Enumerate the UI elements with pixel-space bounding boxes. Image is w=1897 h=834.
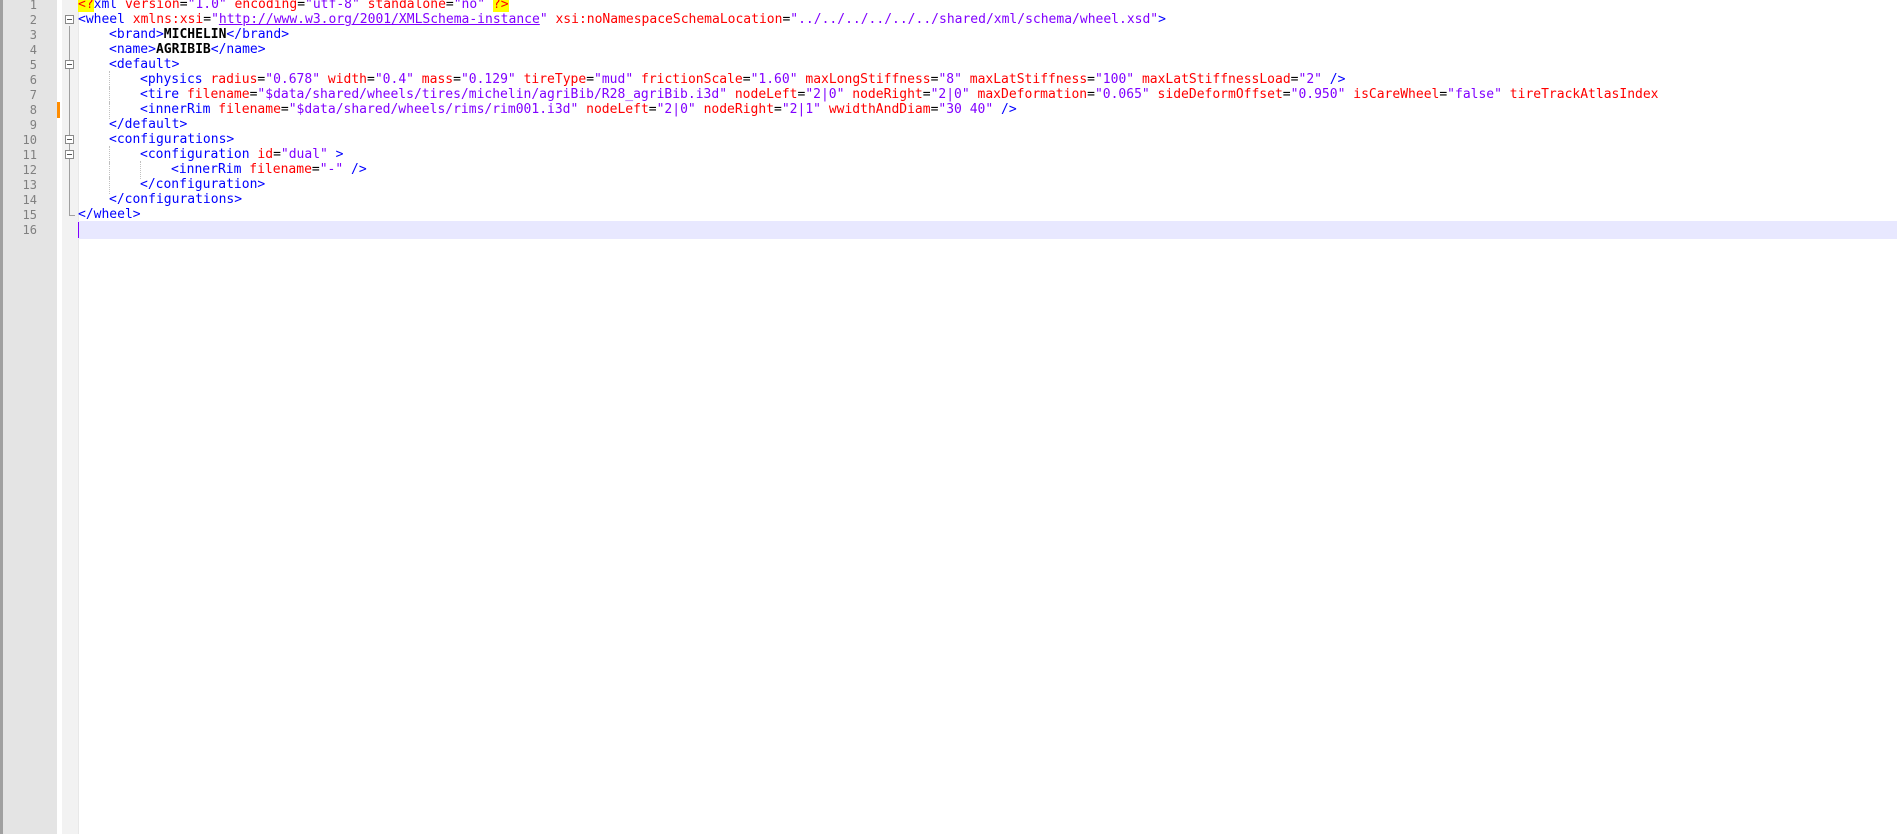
- attr-name: xsi:noNamespaceSchemaLocation: [547, 12, 783, 27]
- attr-name: maxLongStiffness: [797, 72, 931, 87]
- attr-value: "0.4": [374, 72, 414, 87]
- attr-value: "100": [1094, 72, 1135, 87]
- attr-name: filename: [210, 102, 281, 117]
- fold-minus-icon: [65, 150, 74, 159]
- code-editor[interactable]: 1 2 3 4 5 6 7 8 9 10 11 12 13 14 15 16 <…: [0, 0, 1897, 834]
- attr-name: radius: [202, 72, 258, 87]
- attr-name: tireType: [515, 72, 587, 87]
- quote: ": [211, 12, 219, 27]
- attr-value: "../../../../../../shared/xml/schema/whe…: [790, 12, 1159, 27]
- fold-minus-icon: [65, 15, 74, 24]
- tag: <configuration: [140, 147, 250, 162]
- tag: </wheel>: [78, 207, 141, 222]
- tag: />: [343, 162, 367, 177]
- text-caret: [78, 222, 79, 238]
- tag: <tire: [140, 87, 180, 102]
- change-marker: [57, 102, 60, 118]
- equals: =: [203, 12, 212, 27]
- tag: <wheel: [78, 12, 125, 27]
- tag: <innerRim: [140, 102, 211, 117]
- attr-name: isCareWheel: [1345, 87, 1440, 102]
- attr-name: nodeLeft: [578, 102, 649, 117]
- attr-value: "2|1": [781, 102, 821, 117]
- tag: <name>: [109, 42, 156, 57]
- attr-value: "0.678": [265, 72, 321, 87]
- element-text: AGRIBIB: [155, 42, 211, 57]
- attr-name: id: [249, 147, 274, 162]
- attr-value: "mud": [594, 72, 634, 87]
- attr-name: nodeRight: [695, 102, 775, 117]
- attr-name: frictionScale: [633, 72, 743, 87]
- attr-value: "false": [1447, 87, 1502, 102]
- tag: </configurations>: [109, 192, 243, 207]
- attr-name: xmlns:xsi: [124, 12, 204, 27]
- fold-minus-icon: [65, 135, 74, 144]
- attr-value: "2|0": [656, 102, 696, 117]
- attr-name: maxDeformation: [969, 87, 1088, 102]
- current-line-highlight[interactable]: [78, 221, 1897, 239]
- tag: />: [1321, 72, 1346, 87]
- tag: <innerRim: [171, 162, 242, 177]
- attr-value: "2|0": [805, 87, 845, 102]
- attr-value: "8": [938, 72, 962, 87]
- tag: >: [1158, 12, 1166, 27]
- attr-name: nodeRight: [844, 87, 923, 102]
- fold-minus-icon: [65, 60, 74, 69]
- attr-name: filename: [241, 162, 312, 177]
- attr-name: width: [320, 72, 368, 87]
- quote: ": [539, 12, 548, 27]
- attr-value: "-": [319, 162, 344, 177]
- code-area[interactable]: <?xml version="1.0" encoding="utf-8" sta…: [78, 0, 1897, 834]
- attr-value: "$data/shared/wheels/rims/rim001.i3d": [288, 102, 579, 117]
- attr-name: tireTrackAtlasIndex: [1501, 87, 1659, 102]
- tag: <physics: [140, 72, 203, 87]
- tag: >: [327, 147, 344, 162]
- schema-link[interactable]: http://www.w3.org/2001/XMLSchema-instanc…: [219, 12, 540, 27]
- tag: />: [993, 102, 1017, 117]
- attr-value: "0.129": [460, 72, 516, 87]
- element-text: MICHELIN: [163, 27, 227, 42]
- tag: </name>: [210, 42, 266, 57]
- attr-name: maxLatStiffness: [961, 72, 1088, 87]
- attr-value: "2|0": [930, 87, 970, 102]
- line-number: 16: [22, 223, 37, 237]
- attr-name: wwidthAndDiam: [821, 102, 931, 117]
- tag: </default>: [109, 117, 188, 132]
- attr-value: "0.950": [1290, 87, 1346, 102]
- fold-end: [63, 206, 77, 224]
- attr-value: "30 40": [938, 102, 994, 117]
- tag: </configuration>: [140, 177, 266, 192]
- attr-name: mass: [413, 72, 454, 87]
- tag: </brand>: [226, 27, 290, 42]
- attr-name: filename: [179, 87, 250, 102]
- tag: <configurations>: [109, 132, 235, 147]
- attr-value: "dual": [280, 147, 328, 162]
- attr-name: sideDeformOffset: [1149, 87, 1283, 102]
- attr-name: nodeLeft: [727, 87, 798, 102]
- tag: <default>: [109, 57, 180, 72]
- attr-value: "1.60": [750, 72, 798, 87]
- attr-value: "2": [1298, 72, 1322, 87]
- attr-value: "0.065": [1094, 87, 1150, 102]
- attr-name: maxLatStiffnessLoad: [1134, 72, 1291, 87]
- attr-value: "$data/shared/wheels/tires/michelin/agri…: [257, 87, 728, 102]
- tag: <brand>: [109, 27, 164, 42]
